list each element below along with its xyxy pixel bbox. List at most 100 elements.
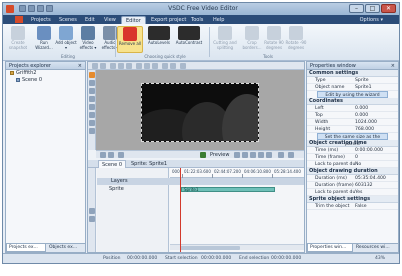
close-icon[interactable]: × — [78, 62, 82, 70]
crop-borders-button[interactable]: Crop borders... — [241, 26, 263, 53]
tab-edit[interactable]: Edit — [81, 16, 99, 24]
next-frame-icon[interactable] — [258, 152, 264, 158]
property-row[interactable]: Type Sprite — [307, 77, 398, 84]
prev-frame-icon[interactable] — [250, 152, 256, 158]
audio-tool-icon[interactable] — [89, 112, 95, 118]
rotate-90-button[interactable]: Rotate 90 degrees — [263, 26, 285, 53]
section-drawing-duration[interactable]: Object drawing duration — [307, 168, 398, 175]
same-size-button[interactable]: Set the same size as the parent — [317, 133, 388, 147]
track-row[interactable]: Sprite Sprite1 — [97, 186, 304, 193]
tab-sprite[interactable]: Sprite: Sprite1 — [128, 160, 170, 168]
autocontrast-button[interactable]: AutoContrast — [173, 26, 205, 53]
close-button[interactable]: ✕ — [381, 4, 396, 13]
property-row[interactable]: Width 1024.000 — [307, 119, 398, 126]
preview-label[interactable]: Preview — [210, 151, 229, 159]
app-menu-icon[interactable] — [15, 16, 23, 23]
property-row[interactable]: Top 0.000 — [307, 112, 398, 119]
cutting-splitting-button[interactable]: Cutting and splitting — [211, 26, 239, 53]
property-row[interactable]: Object name Sprite1 — [307, 84, 398, 91]
zoom-in-icon[interactable] — [108, 152, 114, 158]
edit-wizard-button[interactable]: Edit by using the wizard — [317, 91, 388, 98]
tab-editor[interactable]: Editor — [121, 16, 146, 24]
chart-tool-icon[interactable] — [89, 120, 95, 126]
tree-item-project[interactable]: Griffith2 — [6, 70, 85, 77]
close-icon[interactable]: × — [391, 62, 395, 70]
minimize-button[interactable]: – — [349, 4, 364, 13]
fullscreen-icon[interactable] — [288, 152, 294, 158]
maximize-button[interactable]: □ — [365, 4, 380, 13]
quick-access-undo-icon[interactable] — [46, 5, 53, 12]
video-frame[interactable] — [141, 83, 259, 142]
property-row[interactable]: Time (ms) 0:00:00.000 — [307, 147, 398, 154]
tree-item-scene[interactable]: Scene 0 — [6, 77, 85, 84]
track-tool-icon[interactable] — [89, 216, 95, 222]
sprite-tool-icon[interactable] — [89, 128, 95, 134]
playhead[interactable] — [180, 168, 181, 252]
pointer-tool-icon[interactable] — [89, 72, 95, 78]
section-creation-time[interactable]: Object creation time — [307, 140, 398, 147]
align-left-icon[interactable] — [136, 63, 142, 69]
shape-tool-icon[interactable] — [89, 88, 95, 94]
tab-view[interactable]: View — [100, 16, 120, 24]
section-common-settings[interactable]: Common settings — [307, 70, 398, 77]
autolevels-button[interactable]: AutoLevels — [145, 26, 173, 53]
layer-up-icon[interactable] — [162, 63, 168, 69]
rotate-minus-90-button[interactable]: Rotate -90 degrees — [285, 26, 307, 53]
tab-export-project[interactable]: Export project — [147, 16, 190, 24]
property-row[interactable]: Duration (ms) 05:35:04.400 — [307, 175, 398, 182]
zoom-out-icon[interactable] — [100, 152, 106, 158]
copy-icon[interactable] — [118, 63, 124, 69]
tab-objects-explorer[interactable]: Objects ex... — [47, 244, 85, 252]
timeline-ruler[interactable]: 000 01:22:03.600 02:44:07.200 04:06:10.8… — [170, 168, 304, 178]
sprite-clip[interactable]: Sprite1 — [181, 187, 275, 192]
zoom-level-icon[interactable] — [118, 152, 124, 158]
text-tool-icon[interactable] — [89, 80, 95, 86]
stop-icon[interactable] — [234, 152, 240, 158]
property-row[interactable]: Time (frame) 0 — [307, 154, 398, 161]
music-icon[interactable] — [89, 208, 95, 214]
tab-projects[interactable]: Projects — [27, 16, 55, 24]
property-row[interactable]: Trim the object False — [307, 203, 398, 210]
property-row[interactable]: Lock to parent du Yes — [307, 189, 398, 196]
redo-icon[interactable] — [100, 63, 106, 69]
quick-access-new-icon[interactable] — [19, 5, 26, 12]
tab-projects-explorer[interactable]: Projects ex... — [6, 244, 46, 252]
run-wizard-button[interactable]: Run Wizard... — [33, 26, 55, 53]
options-menu[interactable]: Options ▾ — [360, 16, 383, 24]
tab-scenes[interactable]: Scenes — [55, 16, 81, 24]
create-snapshot-button[interactable]: Create snapshot — [7, 26, 29, 53]
quick-access-open-icon[interactable] — [28, 5, 35, 12]
tab-tools[interactable]: Tools — [187, 16, 207, 24]
zoom-level[interactable]: 43% — [375, 255, 385, 263]
add-object-button[interactable]: Add object ▾ — [55, 26, 77, 53]
timeline-scrollbar[interactable] — [170, 244, 304, 250]
tab-help[interactable]: Help — [209, 16, 228, 24]
property-row[interactable]: Left 0.000 — [307, 105, 398, 112]
tab-resources-window[interactable]: Resources wi... — [354, 244, 398, 252]
remove-all-button[interactable]: Remove all — [117, 26, 143, 53]
section-coordinates[interactable]: Coordinates — [307, 98, 398, 105]
cut-tool-icon[interactable] — [110, 63, 116, 69]
undo-icon[interactable] — [92, 63, 98, 69]
video-effects-button[interactable]: Video effects ▾ — [77, 26, 99, 53]
volume-icon[interactable] — [278, 152, 284, 158]
property-row[interactable]: Lock to parent du No — [307, 161, 398, 168]
quick-access-save-icon[interactable] — [37, 5, 44, 12]
play-icon[interactable] — [200, 152, 206, 158]
fast-forward-icon[interactable] — [266, 152, 272, 158]
section-sprite-settings[interactable]: Sprite object settings — [307, 196, 398, 203]
scrollbar-thumb[interactable] — [180, 246, 240, 250]
property-row[interactable]: Height 768.000 — [307, 126, 398, 133]
align-right-icon[interactable] — [152, 63, 158, 69]
tab-properties-window[interactable]: Properties win... — [307, 244, 353, 252]
video-tool-icon[interactable] — [89, 104, 95, 110]
image-tool-icon[interactable] — [89, 96, 95, 102]
layer-down-icon[interactable] — [170, 63, 176, 69]
align-center-icon[interactable] — [144, 63, 150, 69]
rewind-icon[interactable] — [242, 152, 248, 158]
property-row[interactable]: Duration (frame) 603132 — [307, 182, 398, 189]
tab-scene-0[interactable]: Scene 0 — [98, 160, 127, 168]
paste-icon[interactable] — [126, 63, 132, 69]
scene-canvas[interactable] — [96, 70, 304, 150]
grid-icon[interactable] — [180, 63, 186, 69]
